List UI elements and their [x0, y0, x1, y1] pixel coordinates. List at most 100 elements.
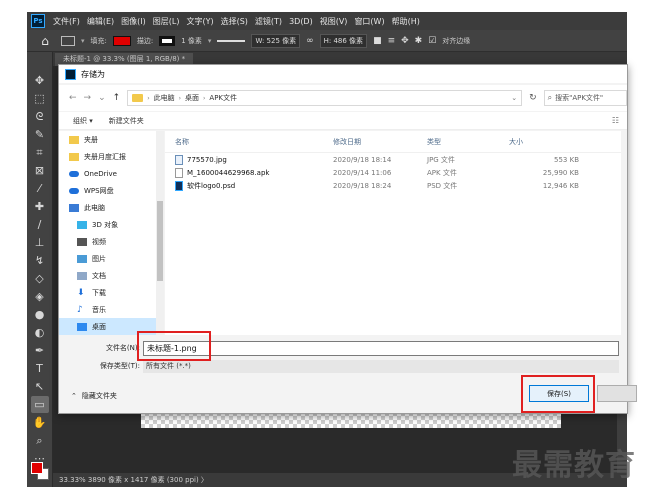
menu-file[interactable]: 文件(F)	[53, 16, 80, 27]
breadcrumb-desktop[interactable]: 桌面	[185, 93, 199, 103]
cloud-icon	[69, 170, 79, 177]
height-field[interactable]: H: 486 像素	[319, 33, 368, 48]
type-tool-icon[interactable]: T	[31, 360, 49, 377]
nav-item-onedrive[interactable]: OneDrive	[59, 165, 156, 182]
up-arrow-icon[interactable]: ↑	[113, 93, 121, 103]
lasso-tool-icon[interactable]: ᘓ	[31, 108, 49, 125]
quick-select-tool-icon[interactable]: ✎	[31, 126, 49, 143]
paint-bucket-tool-icon[interactable]: ◈	[31, 288, 49, 305]
view-options-icon[interactable]: ☷	[612, 116, 619, 125]
forward-arrow-icon[interactable]: →	[84, 93, 92, 103]
refresh-icon[interactable]: ↻	[529, 93, 537, 103]
breadcrumb-this-pc[interactable]: 此电脑	[154, 93, 175, 103]
menu-window[interactable]: 窗口(W)	[354, 16, 384, 27]
stroke-color-swatch[interactable]	[159, 35, 176, 46]
frame-tool-icon[interactable]: ⊠	[31, 162, 49, 179]
filetype-select[interactable]: 所有文件 (*.*)	[143, 359, 619, 373]
chevron-right-icon[interactable]: ›	[147, 95, 149, 102]
path-alignment-icon[interactable]: ≡	[388, 36, 396, 46]
chevron-down-icon[interactable]: ⌄	[511, 94, 517, 102]
nav-item-documents[interactable]: 文档	[59, 267, 156, 284]
healing-brush-tool-icon[interactable]: ✚	[31, 198, 49, 215]
gear-icon[interactable]: ✱	[415, 36, 423, 46]
hand-tool-icon[interactable]: ✋	[31, 414, 49, 431]
history-brush-tool-icon[interactable]: ↯	[31, 252, 49, 269]
clone-stamp-tool-icon[interactable]: ⊥	[31, 234, 49, 251]
stroke-type-icon[interactable]	[217, 39, 246, 42]
eraser-tool-icon[interactable]: ◇	[31, 270, 49, 287]
path-arrangement-icon[interactable]: ✥	[401, 36, 409, 46]
search-input[interactable]: ⌕ 搜索"APK文件"	[543, 90, 627, 106]
nav-item-album-report[interactable]: 夹册月度汇报	[59, 148, 156, 165]
blur-tool-icon[interactable]: ●	[31, 306, 49, 323]
menu-view[interactable]: 视图(V)	[320, 16, 348, 27]
fill-color-swatch[interactable]	[112, 35, 131, 46]
menu-help[interactable]: 帮助(H)	[392, 16, 420, 27]
nav-item-wps[interactable]: WPS网盘	[59, 182, 156, 199]
cancel-button[interactable]	[597, 385, 637, 402]
align-edges-checkbox[interactable]: ☑	[428, 36, 436, 46]
breadcrumb-apk-folder[interactable]: APK文件	[209, 93, 237, 103]
shape-mode-icon[interactable]	[61, 35, 75, 46]
menu-image[interactable]: 图像(I)	[121, 16, 146, 27]
nav-item-album[interactable]: 夹册	[59, 131, 156, 148]
marquee-tool-icon[interactable]: ⬚	[31, 90, 49, 107]
menu-3d[interactable]: 3D(D)	[289, 17, 313, 26]
width-field[interactable]: W: 525 像素	[251, 33, 301, 48]
pc-icon	[69, 203, 79, 212]
scrollbar-thumb[interactable]	[157, 201, 163, 281]
save-button-highlight-box	[521, 375, 595, 413]
home-icon[interactable]: ⌂	[35, 34, 55, 48]
chevron-right-icon[interactable]: ›	[203, 95, 205, 102]
pen-tool-icon[interactable]: ✒	[31, 342, 49, 359]
file-row[interactable]: 775570.jpg 2020/9/18 18:14 JPG 文件 553 KB	[165, 153, 621, 166]
eyedropper-tool-icon[interactable]: ⁄	[31, 180, 49, 197]
nav-item-music[interactable]: ♪ 音乐	[59, 301, 156, 318]
filename-label: 文件名(N):	[105, 344, 140, 352]
menu-bar: Ps 文件(F) 编辑(E) 图像(I) 图层(L) 文字(Y) 选择(S) 滤…	[27, 12, 627, 30]
file-row[interactable]: 软件logo0.psd 2020/9/18 18:24 PSD 文件 12,94…	[165, 179, 621, 192]
menu-select[interactable]: 选择(S)	[221, 16, 248, 27]
stroke-width-value[interactable]: 1 像素	[181, 36, 202, 46]
zoom-tool-icon[interactable]: ⌕	[31, 432, 49, 449]
file-row[interactable]: M_1600044629968.apk 2020/9/14 11:06 APK …	[165, 166, 621, 179]
link-icon[interactable]: ∞	[306, 36, 314, 46]
path-operations-icon[interactable]: ■	[373, 36, 382, 46]
chevron-down-icon[interactable]: ▾	[81, 37, 85, 45]
menu-layer[interactable]: 图层(L)	[153, 16, 180, 27]
menu-edit[interactable]: 编辑(E)	[87, 16, 114, 27]
menu-type[interactable]: 文字(Y)	[186, 16, 213, 27]
brush-tool-icon[interactable]: ∕	[31, 216, 49, 233]
column-header-type[interactable]: 类型	[427, 137, 509, 147]
navigation-scrollbar[interactable]	[156, 131, 164, 335]
recent-locations-icon[interactable]: ⌄	[98, 93, 106, 103]
nav-item-downloads[interactable]: ⬇ 下载	[59, 284, 156, 301]
back-arrow-icon[interactable]: ←	[69, 93, 77, 103]
move-tool-icon[interactable]: ✥	[31, 72, 49, 89]
new-folder-button[interactable]: 新建文件夹	[109, 116, 144, 126]
nav-item-this-pc[interactable]: 此电脑	[59, 199, 156, 216]
file-type: APK 文件	[427, 168, 457, 177]
address-box[interactable]: › 此电脑 › 桌面 › APK文件 ⌄	[127, 90, 523, 106]
nav-item-videos[interactable]: 视频	[59, 233, 156, 250]
dodge-tool-icon[interactable]: ◐	[31, 324, 49, 341]
nav-item-pictures[interactable]: 图片	[59, 250, 156, 267]
rectangle-tool-icon[interactable]: ▭	[30, 396, 49, 413]
chevron-right-icon[interactable]: ›	[179, 95, 181, 102]
chevron-down-icon[interactable]: ▾	[208, 37, 212, 45]
filename-input[interactable]	[143, 340, 619, 356]
crop-tool-icon[interactable]: ⌗	[31, 144, 49, 161]
photoshop-logo: Ps	[31, 14, 45, 28]
foreground-color-chip[interactable]	[31, 462, 43, 474]
menu-filter[interactable]: 滤镜(T)	[255, 16, 282, 27]
path-select-tool-icon[interactable]: ↖	[31, 378, 49, 395]
nav-item-3d-objects[interactable]: 3D 对象	[59, 216, 156, 233]
column-header-name[interactable]: 名称	[165, 137, 333, 147]
organize-button[interactable]: 组织 ▾	[73, 116, 93, 126]
hide-folders-label: 隐藏文件夹	[81, 392, 117, 400]
color-chips[interactable]	[31, 462, 51, 482]
column-header-size[interactable]: 大小	[509, 137, 579, 147]
file-name: 775570.jpg	[187, 155, 227, 164]
hide-folders-toggle[interactable]: ⌃ 隐藏文件夹	[71, 391, 117, 401]
column-header-date[interactable]: 修改日期	[333, 137, 427, 147]
